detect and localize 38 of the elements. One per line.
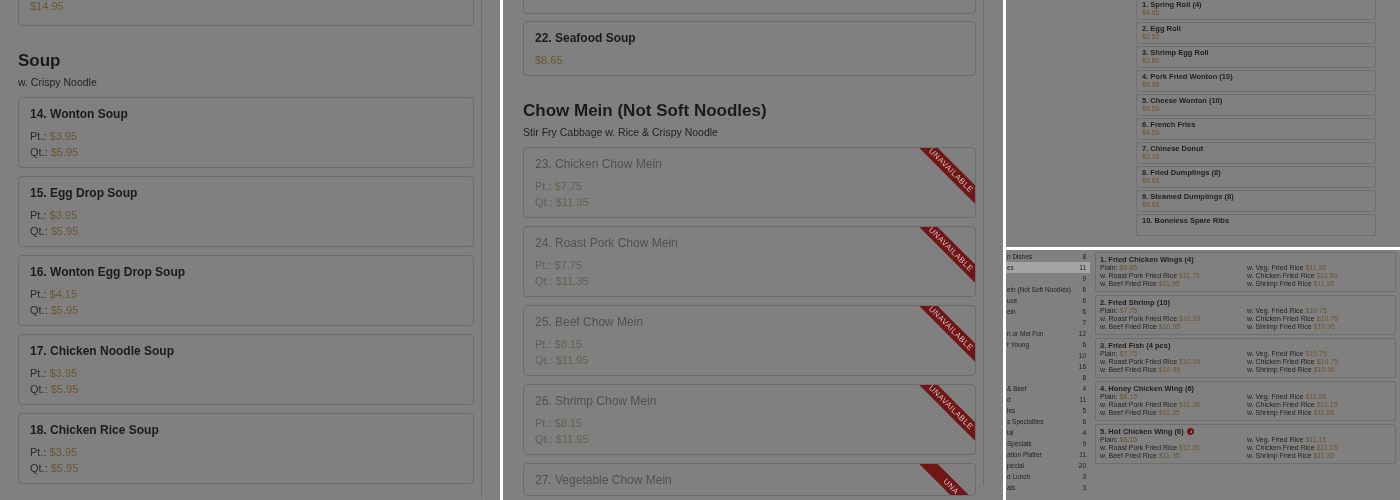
size-label: Qt.:	[30, 224, 48, 239]
section-title: Soup	[18, 50, 62, 72]
section-title: Chow Mein (Not Soft Noodles)	[523, 100, 768, 122]
section-description: Stir Fry Cabbage w. Rice & Crispy Noodle	[523, 125, 719, 139]
size-label: Qt.:	[30, 382, 48, 397]
price: $5.95	[50, 303, 79, 318]
price: $3.95	[49, 129, 78, 144]
item-name: 15. Egg Drop Soup	[30, 186, 138, 201]
size-label: Qt.:	[30, 461, 48, 476]
item-name: 18. Chicken Rice Soup	[30, 423, 159, 438]
item-name: 17. Chicken Noodle Soup	[30, 344, 175, 359]
size-label: Pt.:	[30, 208, 47, 223]
price: $14.95	[30, 0, 64, 14]
price: $4.15	[49, 287, 78, 302]
price: $5.95	[50, 145, 79, 160]
price: $3.95	[49, 208, 78, 223]
section-description: w. Crispy Noodle	[18, 75, 98, 89]
menu-item-card[interactable]: 18. Chicken Rice Soup Pt.: $3.95 Qt.: $5.95	[18, 413, 474, 484]
menu-item-card[interactable]: 16. Wonton Egg Drop Soup Pt.: $4.15 Qt.: $5.95	[18, 255, 474, 326]
size-label: Pt.:	[30, 366, 47, 381]
size-label: Pt.:	[30, 287, 47, 302]
price: $5.95	[50, 461, 79, 476]
item-name: 14. Wonton Soup	[30, 107, 128, 122]
price: $5.95	[50, 382, 79, 397]
menu-item-card[interactable]: 22. Seafood Soup $8.65	[523, 21, 976, 76]
size-label: Pt.:	[30, 445, 47, 460]
menu-item-card[interactable]: 14. Wonton Soup Pt.: $3.95 Qt.: $5.95	[18, 97, 474, 168]
price: $3.95	[49, 366, 78, 381]
size-label: Qt.:	[30, 145, 48, 160]
price: $8.65	[535, 53, 563, 68]
item-name: 22. Seafood Soup	[535, 31, 636, 46]
menu-item-card[interactable]: 17. Chicken Noodle Soup Pt.: $3.95 Qt.: $5.95	[18, 334, 474, 405]
menu-item-card[interactable]: 15. Egg Drop Soup Pt.: $3.95 Qt.: $5.95	[18, 176, 474, 247]
size-label: Pt.:	[30, 129, 47, 144]
item-name: 16. Wonton Egg Drop Soup	[30, 265, 186, 280]
size-label: Qt.:	[30, 303, 48, 318]
price: $5.95	[50, 224, 79, 239]
price: $3.95	[49, 445, 78, 460]
